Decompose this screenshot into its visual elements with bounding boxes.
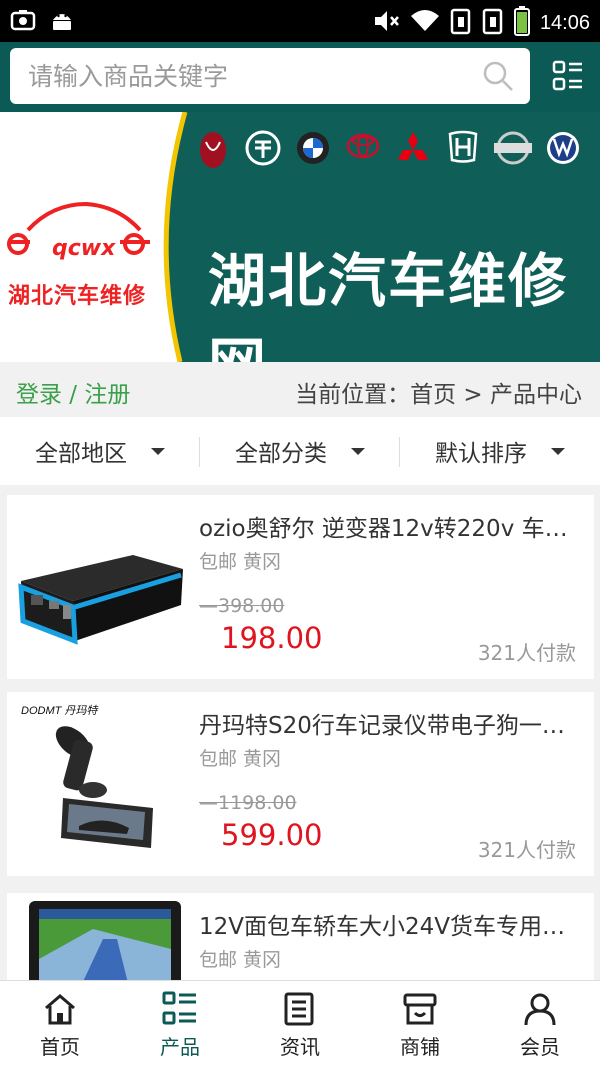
logo-caption: 湖北汽车维修 — [8, 284, 147, 309]
original-price: —1198.00 — [199, 792, 297, 814]
product-name[interactable]: 12V面包车轿车大小24V货车专用GPS导航仪 — [199, 907, 574, 941]
filter-label: 默认排序 — [435, 441, 527, 467]
bmw-logo-icon — [295, 130, 331, 174]
wifi-icon — [410, 8, 440, 38]
caret-down-icon — [351, 447, 365, 455]
promo-banner[interactable]: qcwx 湖北汽车维修 湖北汽车维修网 — [0, 112, 600, 362]
product-list-icon — [162, 991, 198, 1027]
nissan-logo-icon — [494, 130, 532, 174]
tab-products[interactable]: 产品 — [120, 981, 240, 1068]
original-price-value: 1198.00 — [218, 792, 297, 814]
original-price: —398.00 — [199, 595, 285, 617]
mitsubishi-logo-icon — [395, 130, 431, 174]
member-icon — [522, 991, 558, 1027]
caret-down-icon — [551, 447, 565, 455]
bottom-tab-bar: 首页 产品 资讯 商铺 会员 — [0, 980, 600, 1068]
tab-label: 资讯 — [280, 1035, 320, 1059]
filter-bar: 全部地区 全部分类 默认排序 — [0, 417, 600, 485]
product-list: ozio奥舒尔 逆变器12v转220v 车载电源转换器 包邮 黄冈 —398.0… — [0, 485, 600, 980]
filter-label: 全部分类 — [235, 441, 327, 467]
thumb-brand-text: DODMT 丹玛特 — [21, 704, 99, 717]
brand-logo-row — [195, 130, 581, 174]
search-box[interactable] — [10, 48, 530, 104]
dashcam-image: DODMT 丹玛特 — [13, 698, 185, 870]
filter-label: 全部地区 — [35, 441, 127, 467]
sales-count: 321人付款 — [477, 838, 576, 862]
vw-logo-icon — [545, 130, 581, 174]
product-name[interactable]: ozio奥舒尔 逆变器12v转220v 车载电源转换器 — [199, 509, 574, 543]
original-price-value: 398.00 — [218, 595, 285, 617]
faw-logo-icon — [245, 130, 281, 174]
product-card[interactable]: ozio奥舒尔 逆变器12v转220v 车载电源转换器 包邮 黄冈 —398.0… — [7, 495, 594, 679]
product-meta: 包邮 黄冈 — [199, 949, 282, 971]
logo-wordmark: qcwx — [52, 236, 116, 261]
battery-icon — [513, 6, 530, 40]
home-icon — [42, 991, 78, 1027]
tab-home[interactable]: 首页 — [0, 981, 120, 1068]
breadcrumb-bar: 登录 / 注册 当前位置：首页 > 产品中心 — [0, 362, 600, 417]
inverter-image — [13, 501, 185, 673]
sim1-icon — [450, 7, 472, 39]
tab-label: 产品 — [160, 1035, 200, 1059]
shop-icon — [402, 991, 438, 1027]
site-name: 湖北汽车维修网 — [208, 247, 569, 362]
tab-news[interactable]: 资讯 — [240, 981, 360, 1068]
filter-region-dropdown[interactable]: 全部地区 — [0, 417, 200, 485]
screenshot-icon — [10, 8, 36, 36]
toyota-logo-icon — [345, 130, 381, 174]
sale-price: 599.00 — [221, 818, 323, 852]
news-icon — [282, 991, 318, 1027]
clock: 14:06 — [539, 11, 590, 34]
filter-sort-dropdown[interactable]: 默认排序 — [400, 417, 600, 485]
dongfeng-logo-icon — [195, 130, 231, 174]
sales-count: 321人付款 — [477, 641, 576, 665]
filter-category-dropdown[interactable]: 全部分类 — [200, 417, 400, 485]
tab-label: 商铺 — [400, 1035, 440, 1059]
caret-down-icon — [151, 447, 165, 455]
tab-label: 首页 — [40, 1035, 80, 1059]
mute-icon — [372, 8, 400, 38]
login-register-link[interactable]: 登录 / 注册 — [16, 375, 130, 409]
sim2-icon — [482, 7, 504, 39]
tab-label: 会员 — [520, 1035, 560, 1059]
sale-price: 198.00 — [221, 621, 323, 655]
gps-navigator-image — [13, 899, 185, 980]
android-icon — [50, 8, 74, 36]
search-input[interactable] — [10, 48, 488, 104]
product-name[interactable]: 丹玛特S20行车记录仪带电子狗一体机 — [199, 706, 574, 740]
product-card[interactable]: DODMT 丹玛特 丹玛特S20行车记录仪带电子狗一体机 包邮 黄冈 —1198… — [7, 692, 594, 876]
status-bar: 14:06 — [0, 0, 600, 42]
breadcrumb: 当前位置：首页 > 产品中心 — [295, 382, 582, 408]
honda-logo-icon — [445, 130, 481, 174]
product-card[interactable]: 12V面包车轿车大小24V货车专用GPS导航仪 包邮 黄冈 — [7, 893, 594, 980]
product-meta: 包邮 黄冈 — [199, 748, 282, 770]
tab-member[interactable]: 会员 — [480, 981, 600, 1068]
search-icon[interactable] — [482, 60, 514, 96]
search-header — [0, 42, 600, 112]
tab-shops[interactable]: 商铺 — [360, 981, 480, 1068]
category-menu-icon[interactable] — [552, 60, 584, 96]
product-meta: 包邮 黄冈 — [199, 551, 282, 573]
